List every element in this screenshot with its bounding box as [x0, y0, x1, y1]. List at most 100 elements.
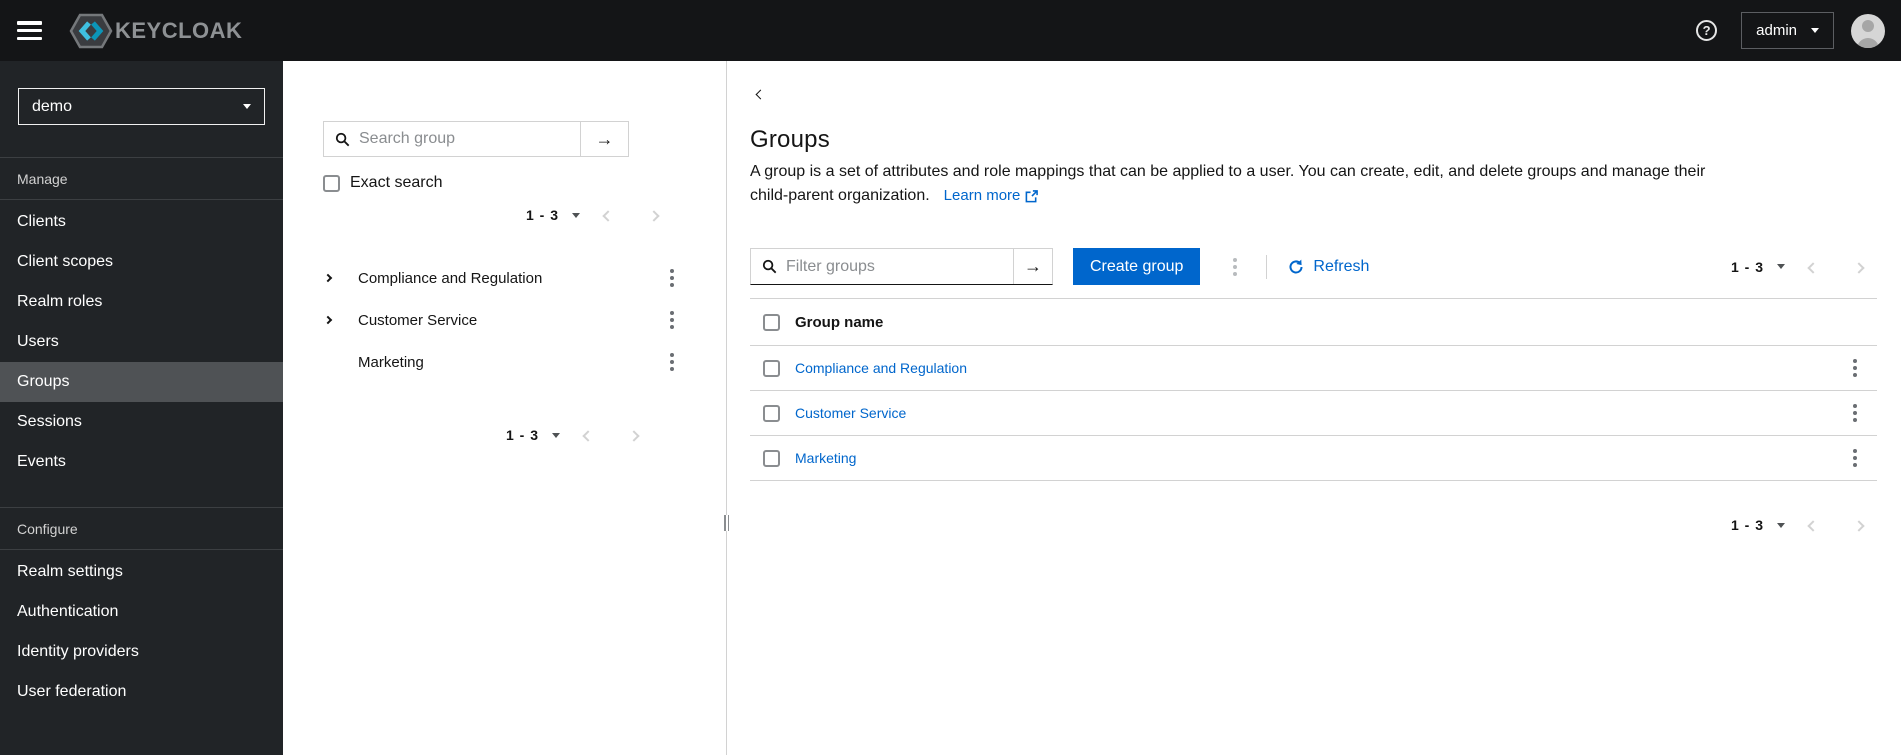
- kebab-menu-icon[interactable]: [1847, 355, 1863, 381]
- external-link-icon: [1025, 189, 1039, 202]
- avatar[interactable]: [1851, 13, 1885, 48]
- row-checkbox[interactable]: [763, 404, 780, 422]
- sidebar-item-identity-providers[interactable]: Identity providers: [0, 632, 283, 672]
- refresh-button[interactable]: Refresh: [1288, 258, 1369, 276]
- chevron-left-icon: [1807, 520, 1819, 532]
- search-group-submit-button[interactable]: →: [580, 122, 628, 156]
- chevron-left-icon: [1807, 261, 1819, 274]
- chevron-down-icon: [243, 104, 251, 109]
- search-group-input[interactable]: [350, 122, 580, 156]
- sidebar-nav: demo Manage Clients Client scopes Realm …: [0, 61, 283, 755]
- sidebar-item-events[interactable]: Events: [0, 442, 283, 482]
- kebab-menu-icon[interactable]: [664, 265, 680, 291]
- exact-search-checkbox[interactable]: [323, 174, 340, 192]
- filter-groups-widget: →: [750, 248, 1053, 285]
- tree-item-customer-service: Customer Service: [283, 299, 726, 341]
- chevron-left-icon: [602, 210, 614, 222]
- kebab-menu-icon[interactable]: [664, 307, 680, 333]
- pagination-range-toggle[interactable]: 1 - 3: [506, 427, 560, 443]
- chevron-down-icon: [1777, 522, 1785, 528]
- row-checkbox[interactable]: [763, 449, 780, 467]
- hamburger-menu-button[interactable]: [17, 21, 42, 40]
- filter-submit-button[interactable]: →: [1013, 249, 1052, 284]
- user-menu-dropdown[interactable]: admin: [1741, 12, 1834, 49]
- keycloak-logo: KEYCLOAK: [68, 11, 242, 51]
- group-link[interactable]: Customer Service: [795, 405, 1847, 421]
- toolbar-pagination: 1 - 3: [1731, 253, 1877, 281]
- filter-groups-input[interactable]: [777, 249, 1013, 284]
- group-search-widget: →: [323, 121, 629, 157]
- sidebar-item-realm-roles[interactable]: Realm roles: [0, 282, 283, 322]
- row-checkbox[interactable]: [763, 359, 780, 377]
- sidebar-item-sessions[interactable]: Sessions: [0, 402, 283, 442]
- pagination-next-button[interactable]: [1841, 255, 1877, 279]
- tree-item-label[interactable]: Marketing: [358, 354, 664, 371]
- table-pagination-bottom: 1 - 3: [750, 511, 1877, 539]
- table-row-customer-service: Customer Service: [750, 391, 1877, 436]
- keycloak-logo-icon: [69, 13, 113, 48]
- sidebar-item-realm-settings[interactable]: Realm settings: [0, 552, 283, 592]
- kebab-menu-icon[interactable]: [664, 349, 680, 375]
- pagination-range-toggle[interactable]: 1 - 3: [526, 207, 580, 223]
- group-link[interactable]: Marketing: [795, 450, 1847, 466]
- search-icon: [751, 249, 777, 284]
- chevron-down-icon: [572, 212, 580, 218]
- nav-section-title-configure: Configure: [0, 507, 283, 550]
- pagination-prev-button[interactable]: [1795, 255, 1831, 279]
- groups-toolbar: → Create group Refresh 1 - 3: [750, 248, 1877, 285]
- learn-more-link[interactable]: Learn more: [944, 184, 1039, 208]
- collapse-panel-button[interactable]: [755, 89, 766, 100]
- expand-chevron-icon[interactable]: [323, 315, 351, 325]
- kebab-menu-icon[interactable]: [1847, 445, 1863, 471]
- tree-item-marketing: Marketing: [283, 341, 726, 383]
- chevron-right-icon: [1853, 261, 1865, 274]
- select-all-checkbox[interactable]: [763, 313, 780, 331]
- groups-main-panel: Groups A group is a set of attributes an…: [727, 61, 1901, 755]
- toolbar-divider: [1266, 254, 1268, 279]
- expand-chevron-icon[interactable]: [323, 273, 351, 283]
- panel-resize-handle[interactable]: [722, 515, 731, 531]
- pagination-next-button[interactable]: [1841, 513, 1877, 537]
- table-header-row: Group name: [750, 298, 1877, 346]
- groups-tree-panel: → Exact search 1 - 3 Compliance and Regu…: [283, 61, 731, 755]
- tree-pagination-top: 1 - 3: [283, 201, 726, 229]
- groups-table: Group name Compliance and Regulation Cus…: [750, 298, 1877, 481]
- sidebar-item-groups[interactable]: Groups: [0, 362, 283, 402]
- toolbar-kebab-menu-icon[interactable]: [1227, 254, 1243, 280]
- page-title: Groups: [750, 126, 830, 153]
- pagination-next-button[interactable]: [636, 203, 672, 227]
- help-icon[interactable]: ?: [1696, 20, 1718, 41]
- realm-selector[interactable]: demo: [18, 88, 265, 125]
- sidebar-item-user-federation[interactable]: User federation: [0, 672, 283, 712]
- table-row-compliance-and-regulation: Compliance and Regulation: [750, 346, 1877, 391]
- pagination-prev-button[interactable]: [590, 203, 626, 227]
- chevron-down-icon: [1811, 28, 1819, 33]
- page-description: A group is a set of attributes and role …: [750, 160, 1877, 208]
- tree-item-label[interactable]: Compliance and Regulation: [358, 270, 664, 287]
- pagination-range-toggle[interactable]: 1 - 3: [1731, 259, 1785, 275]
- keycloak-logo-text: KEYCLOAK: [115, 17, 243, 43]
- arrow-right-icon: →: [595, 128, 614, 149]
- chevron-right-icon: [648, 210, 660, 222]
- groups-tree: Compliance and Regulation Customer Servi…: [283, 257, 726, 383]
- masthead: KEYCLOAK ? admin: [0, 0, 1901, 61]
- group-link[interactable]: Compliance and Regulation: [795, 360, 1847, 376]
- pagination-next-button[interactable]: [616, 423, 652, 447]
- sidebar-item-users[interactable]: Users: [0, 322, 283, 362]
- sidebar-item-client-scopes[interactable]: Client scopes: [0, 242, 283, 282]
- sidebar-item-authentication[interactable]: Authentication: [0, 592, 283, 632]
- pagination-prev-button[interactable]: [1795, 513, 1831, 537]
- realm-name: demo: [32, 97, 73, 115]
- exact-search: Exact search: [323, 173, 726, 193]
- username: admin: [1756, 22, 1797, 39]
- chevron-right-icon: [1853, 520, 1865, 532]
- kebab-menu-icon[interactable]: [1847, 400, 1863, 426]
- tree-pagination-bottom: 1 - 3: [283, 421, 726, 449]
- pagination-range-toggle[interactable]: 1 - 3: [1731, 517, 1785, 533]
- tree-item-label[interactable]: Customer Service: [358, 312, 664, 329]
- arrow-right-icon: →: [1024, 256, 1042, 276]
- pagination-prev-button[interactable]: [570, 423, 606, 447]
- sidebar-item-clients[interactable]: Clients: [0, 202, 283, 242]
- create-group-button[interactable]: Create group: [1073, 248, 1201, 285]
- chevron-right-icon: [628, 430, 640, 442]
